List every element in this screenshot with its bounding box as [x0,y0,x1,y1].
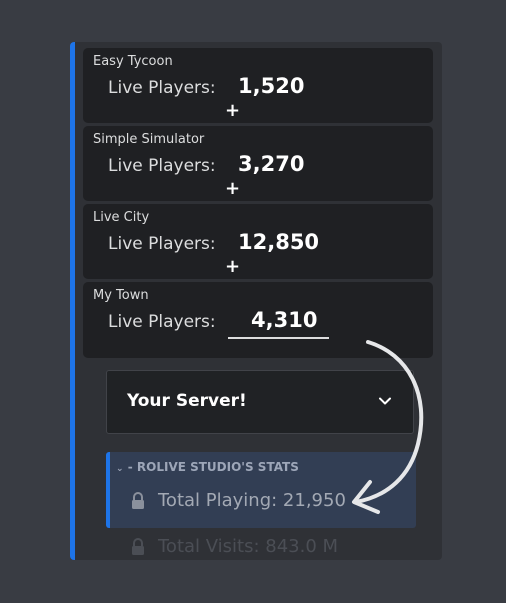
stat-total-playing[interactable]: Total Playing: 21,950 [130,490,346,511]
server-select-label: Your Server! [127,391,247,411]
category-collapse-icon: ⌄ [116,464,124,474]
stats-category-header[interactable]: ⌄ - ROLIVE STUDIO'S STATS [116,460,299,474]
live-players-value: 12,850 [238,230,320,254]
stat-label: Total Visits: 843.0 M [158,536,339,557]
plus-marker: + [225,256,241,277]
lock-icon [132,491,144,509]
game-card-easy-tycoon: Easy Tycoon Live Players: 1,520 + [83,48,433,123]
stat-total-visits[interactable]: Total Visits: 843.0 M [130,536,338,557]
live-players-value: 1,520 [238,74,305,98]
game-card-simple-simulator: Simple Simulator Live Players: 3,270 + [83,126,433,201]
curved-arrow-icon [352,340,424,514]
plus-marker: + [225,100,241,121]
category-name: - ROLIVE STUDIO'S STATS [127,460,299,474]
live-players-label: Live Players: [108,234,216,254]
game-name: Live City [93,210,150,225]
game-name: My Town [93,288,149,303]
game-card-live-city: Live City Live Players: 12,850 + [83,204,433,279]
lock-icon [132,537,144,555]
value-underline [228,337,329,339]
live-players-label: Live Players: [108,312,216,332]
live-players-value: 4,310 [251,308,318,332]
game-name: Easy Tycoon [93,54,173,69]
live-players-value: 3,270 [238,152,305,176]
embed-accent-bar [70,42,75,560]
game-name: Simple Simulator [93,132,205,147]
live-players-label: Live Players: [108,156,216,176]
plus-marker: + [225,178,241,199]
live-players-label: Live Players: [108,78,216,98]
stat-label: Total Playing: 21,950 [158,490,346,511]
